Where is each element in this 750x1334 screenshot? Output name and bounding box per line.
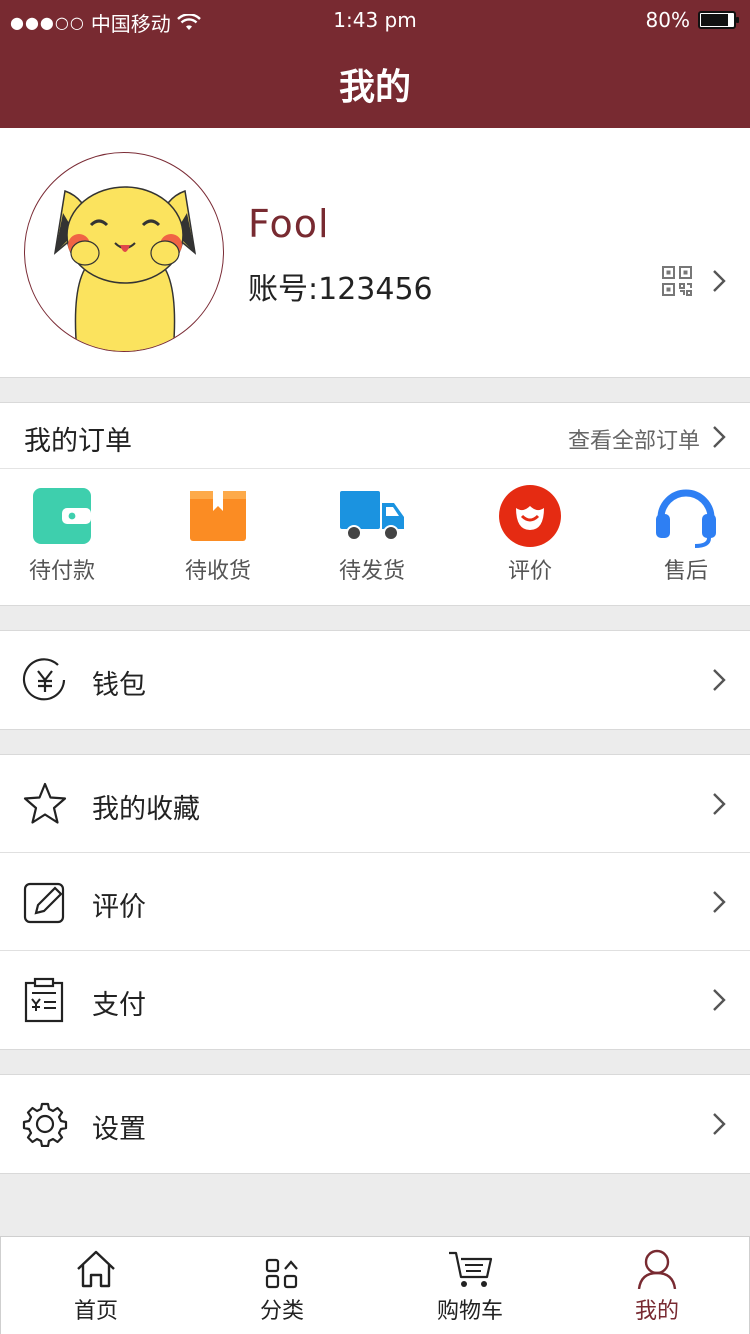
order-status-label: 待付款 bbox=[28, 559, 95, 584]
category-icon bbox=[265, 1258, 298, 1289]
tab-cart[interactable]: 购物车 bbox=[410, 1249, 530, 1325]
battery-percent: 80% bbox=[645, 8, 690, 32]
order-pending-payment[interactable]: 待付款 bbox=[2, 483, 122, 585]
order-pending-shipment[interactable]: 待发货 bbox=[312, 483, 432, 585]
truck-icon bbox=[340, 491, 404, 541]
menu-item-settings[interactable]: 设置 bbox=[0, 1075, 750, 1173]
tab-label: 购物车 bbox=[436, 1299, 503, 1324]
app-header: ●●●○○ 中国移动 1:43 pm 80% 我的 bbox=[0, 0, 750, 128]
orders-section: 我的订单 查看全部订单 待付款 待收货 待发货 评价 售后 bbox=[0, 402, 750, 606]
actions-section: 我的收藏 评价 支付 bbox=[0, 754, 750, 1050]
tab-category[interactable]: 分类 bbox=[222, 1249, 342, 1325]
profile-card[interactable]: Fool 账号:123456 bbox=[0, 128, 750, 378]
user-account: 账号:123456 bbox=[248, 272, 433, 307]
menu-item-label: 支付 bbox=[92, 990, 146, 1021]
order-status-bar: 待付款 待收货 待发货 评价 售后 bbox=[0, 469, 750, 605]
package-icon bbox=[190, 491, 246, 541]
headset-icon bbox=[656, 489, 716, 548]
menu-item-wallet[interactable]: 钱包 bbox=[0, 631, 750, 729]
order-pending-receipt[interactable]: 待收货 bbox=[158, 483, 278, 585]
avatar[interactable] bbox=[24, 152, 224, 352]
menu-item-label: 设置 bbox=[92, 1114, 146, 1145]
tab-label: 分类 bbox=[259, 1299, 304, 1324]
settings-section: 设置 bbox=[0, 1074, 750, 1174]
order-status-label: 待发货 bbox=[338, 559, 405, 584]
tab-profile[interactable]: 我的 bbox=[597, 1249, 717, 1325]
wallet-section: 钱包 bbox=[0, 630, 750, 730]
chevron-right-icon[interactable] bbox=[712, 425, 726, 449]
user-nickname: Fool bbox=[248, 202, 330, 246]
menu-item-label: 评价 bbox=[92, 892, 146, 923]
chevron-right-icon[interactable] bbox=[712, 269, 726, 293]
wallet-icon bbox=[33, 488, 91, 544]
star-icon bbox=[23, 782, 67, 824]
bill-icon bbox=[24, 977, 64, 1023]
chevron-right-icon bbox=[713, 989, 726, 1011]
view-all-orders-link[interactable]: 查看全部订单 bbox=[568, 423, 700, 455]
menu-item-review[interactable]: 评价 bbox=[0, 853, 750, 951]
orders-header[interactable]: 我的订单 查看全部订单 bbox=[0, 403, 750, 469]
yuan-coin-icon bbox=[22, 658, 66, 701]
chevron-right-icon bbox=[713, 793, 726, 815]
gear-icon bbox=[22, 1102, 68, 1147]
tab-label: 首页 bbox=[73, 1299, 118, 1324]
menu-item-label: 我的收藏 bbox=[92, 794, 200, 825]
orders-title: 我的订单 bbox=[24, 426, 132, 457]
status-bar: ●●●○○ 中国移动 1:43 pm 80% bbox=[0, 0, 750, 40]
menu-item-label: 钱包 bbox=[92, 670, 146, 701]
home-icon bbox=[77, 1250, 115, 1288]
page-title: 我的 bbox=[338, 67, 411, 108]
menu-item-payment[interactable]: 支付 bbox=[0, 951, 750, 1049]
order-review[interactable]: 评价 bbox=[470, 483, 590, 585]
chevron-right-icon bbox=[713, 1113, 726, 1135]
tab-home[interactable]: 首页 bbox=[36, 1249, 156, 1325]
user-icon bbox=[637, 1249, 677, 1289]
cart-icon bbox=[449, 1251, 493, 1287]
order-status-label: 售后 bbox=[663, 559, 708, 584]
tab-label: 我的 bbox=[634, 1299, 679, 1324]
battery-icon bbox=[698, 11, 739, 29]
order-status-label: 评价 bbox=[507, 559, 552, 584]
avatar-image bbox=[53, 186, 197, 351]
status-time: 1:43 pm bbox=[333, 8, 417, 32]
qr-code-icon[interactable] bbox=[662, 266, 692, 296]
edit-icon bbox=[23, 882, 65, 924]
bottom-tab-bar: 首页 分类 购物车 我的 bbox=[0, 1236, 750, 1334]
chevron-right-icon bbox=[713, 669, 726, 691]
order-status-label: 待收货 bbox=[184, 559, 251, 584]
chevron-right-icon bbox=[713, 891, 726, 913]
menu-item-favorites[interactable]: 我的收藏 bbox=[0, 755, 750, 853]
smile-icon bbox=[499, 485, 561, 547]
order-after-sales[interactable]: 售后 bbox=[626, 483, 746, 585]
